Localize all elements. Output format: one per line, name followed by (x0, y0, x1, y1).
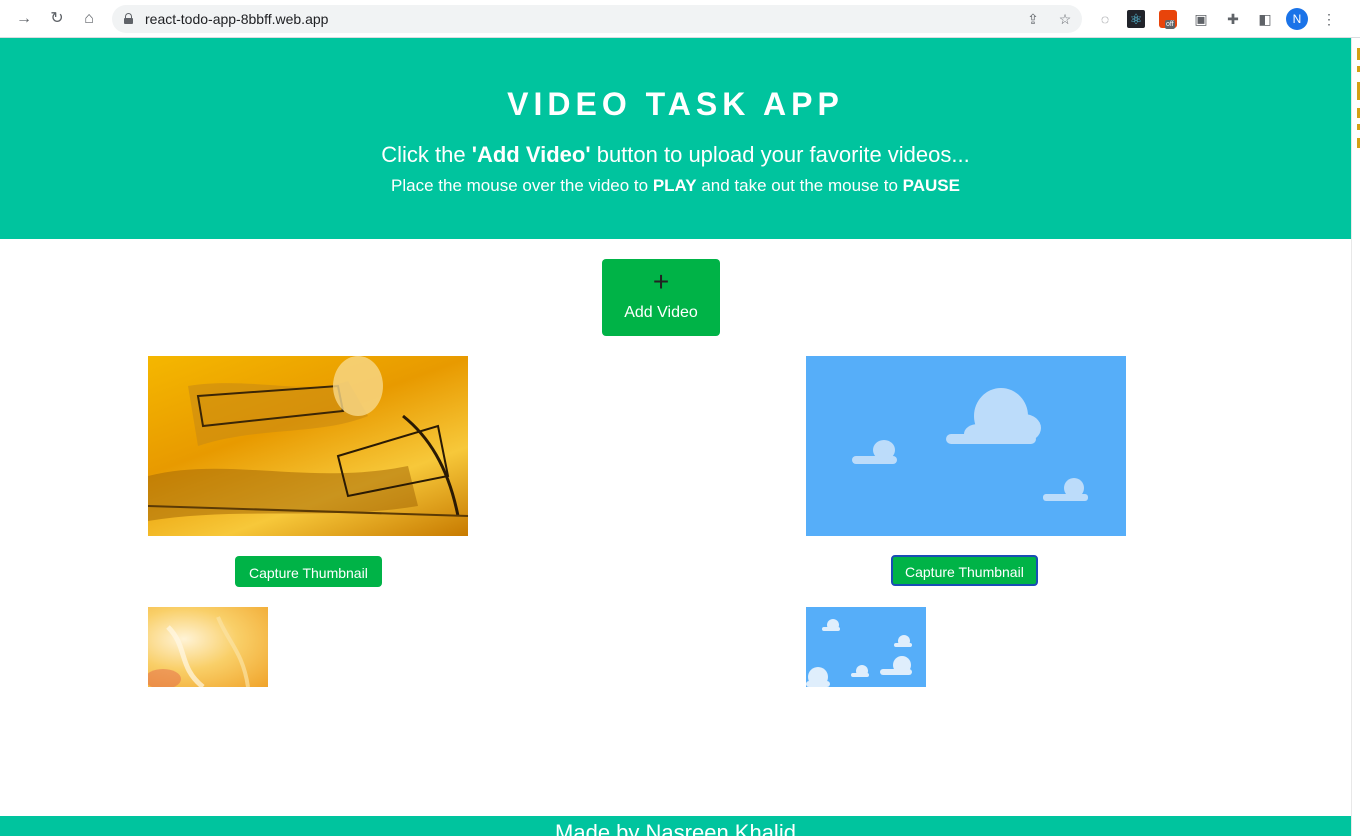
browser-toolbar: → ↻ ⌂ react-todo-app-8bbff.web.app ⇪ ☆ ◌… (0, 0, 1360, 38)
video-frame-1 (148, 356, 468, 521)
add-video-label: Add Video (624, 304, 698, 321)
capture-thumbnail-button-1[interactable]: Capture Thumbnail (235, 556, 382, 587)
page-title: VIDEO TASK APP (507, 86, 844, 122)
scrollbar[interactable] (1351, 38, 1360, 836)
side-panel-icon[interactable]: ◧ (1255, 9, 1275, 29)
profile-avatar[interactable]: N (1286, 8, 1308, 30)
video-player-1[interactable] (148, 356, 468, 536)
reload-icon[interactable]: ↻ (47, 9, 67, 29)
share-icon[interactable]: ⇪ (1024, 10, 1042, 28)
extension-off-badge: off (1165, 20, 1175, 29)
thumbnail-2 (806, 607, 926, 687)
footer: Made by Nasreen Khalid (0, 816, 1351, 836)
forward-icon[interactable]: → (14, 9, 34, 29)
plus-icon: + (652, 266, 670, 297)
extension-code-icon[interactable]: ◌ (1095, 9, 1115, 29)
reading-list-icon[interactable]: ▣ (1191, 9, 1211, 29)
video-player-2[interactable] (806, 356, 1126, 536)
hero-instruction-1: Click the 'Add Video' button to upload y… (381, 142, 970, 167)
lock-icon (124, 13, 133, 24)
address-bar[interactable]: react-todo-app-8bbff.web.app ⇪ ☆ (112, 5, 1082, 33)
thumbnail-1 (148, 607, 268, 687)
thumbnail-frame-1 (148, 616, 250, 687)
add-video-button[interactable]: + Add Video (602, 259, 720, 336)
react-devtools-icon[interactable]: ⚛ (1127, 10, 1145, 28)
hero-header: VIDEO TASK APP Click the 'Add Video' but… (0, 38, 1351, 239)
capture-thumbnail-button-2[interactable]: Capture Thumbnail (891, 555, 1038, 586)
footer-credit: Made by Nasreen Khalid (555, 820, 796, 836)
menu-kebab-icon[interactable]: ⋮ (1319, 9, 1339, 29)
video-frame-2 (852, 388, 1088, 501)
url-text: react-todo-app-8bbff.web.app (145, 11, 329, 27)
bookmark-star-icon[interactable]: ☆ (1056, 10, 1074, 28)
page: VIDEO TASK APP Click the 'Add Video' but… (0, 38, 1351, 836)
home-icon[interactable]: ⌂ (79, 9, 99, 29)
thumbnail-frame-2 (806, 619, 912, 687)
extension-off-icon[interactable]: off (1159, 10, 1177, 29)
extensions-puzzle-icon[interactable]: ✚ (1223, 9, 1243, 29)
hero-instruction-2: Place the mouse over the video to PLAY a… (391, 176, 960, 195)
